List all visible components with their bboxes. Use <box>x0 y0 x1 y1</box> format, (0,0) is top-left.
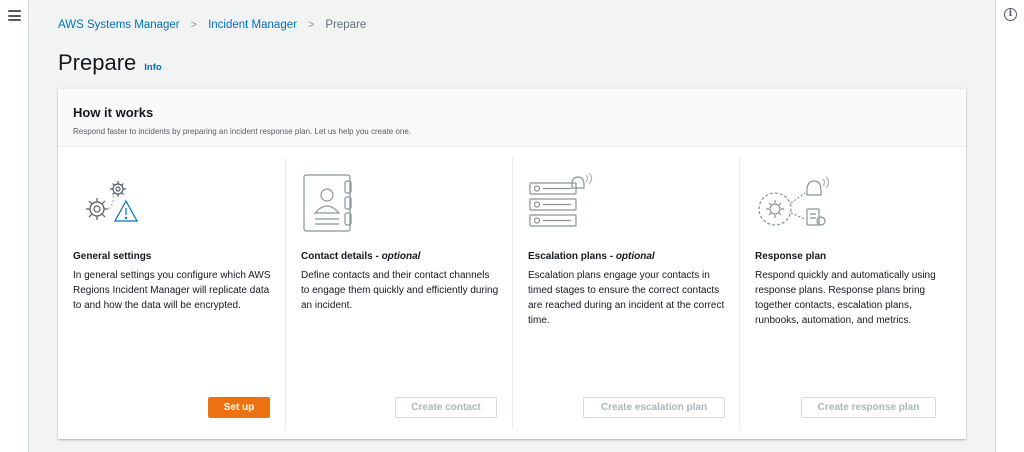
step-title: Response plan <box>755 251 827 262</box>
how-it-works-card: How it works Respond faster to incidents… <box>58 88 966 439</box>
create-response-plan-button[interactable]: Create response plan <box>801 397 936 418</box>
contact-card-icon <box>303 174 352 232</box>
card-description: Respond faster to incidents by preparing… <box>73 127 411 136</box>
left-nav-rail <box>0 0 29 452</box>
info-icon[interactable]: i <box>1004 8 1017 21</box>
page-header: Prepare Info <box>58 50 162 76</box>
card-title: How it works <box>73 105 154 120</box>
step-title: Contact details - optional <box>301 251 421 262</box>
step-title: Escalation plans - optional <box>528 251 655 262</box>
breadcrumb-separator: > <box>307 19 315 31</box>
escalation-list-icon <box>529 172 593 227</box>
response-plan-icon <box>758 176 830 226</box>
create-contact-button[interactable]: Create contact <box>395 397 497 418</box>
steps-columns: General settings In general settings you… <box>58 157 966 429</box>
step-title: General settings <box>73 251 152 262</box>
page-title: Prepare <box>58 50 137 75</box>
step-description: Escalation plans engage your contacts in… <box>528 270 725 326</box>
step-description: Respond quickly and automatically using … <box>755 270 936 326</box>
breadcrumb-current: Prepare <box>325 19 367 31</box>
step-contact-details: Contact details - optional Define contac… <box>285 157 512 429</box>
step-description: Define contacts and their contact channe… <box>301 270 499 311</box>
menu-icon[interactable] <box>8 10 21 21</box>
create-escalation-plan-button[interactable]: Create escalation plan <box>583 397 725 418</box>
breadcrumb: AWS Systems Manager > Incident Manager >… <box>58 19 366 31</box>
step-response-plan: Response plan Respond quickly and automa… <box>739 157 966 429</box>
card-header: How it works Respond faster to incidents… <box>58 89 966 147</box>
step-escalation-plans: Escalation plans - optional Escalation p… <box>512 157 739 429</box>
right-tools-rail: i <box>995 0 1024 452</box>
step-general-settings: General settings In general settings you… <box>58 157 285 429</box>
breadcrumb-incident-manager[interactable]: Incident Manager <box>208 19 297 31</box>
breadcrumb-separator: > <box>190 19 198 31</box>
breadcrumb-systems-manager[interactable]: AWS Systems Manager <box>58 19 180 31</box>
info-link[interactable]: Info <box>144 62 161 73</box>
gears-warning-icon <box>86 181 139 222</box>
step-description: In general settings you configure which … <box>73 270 271 311</box>
set-up-button[interactable]: Set up <box>208 397 270 418</box>
